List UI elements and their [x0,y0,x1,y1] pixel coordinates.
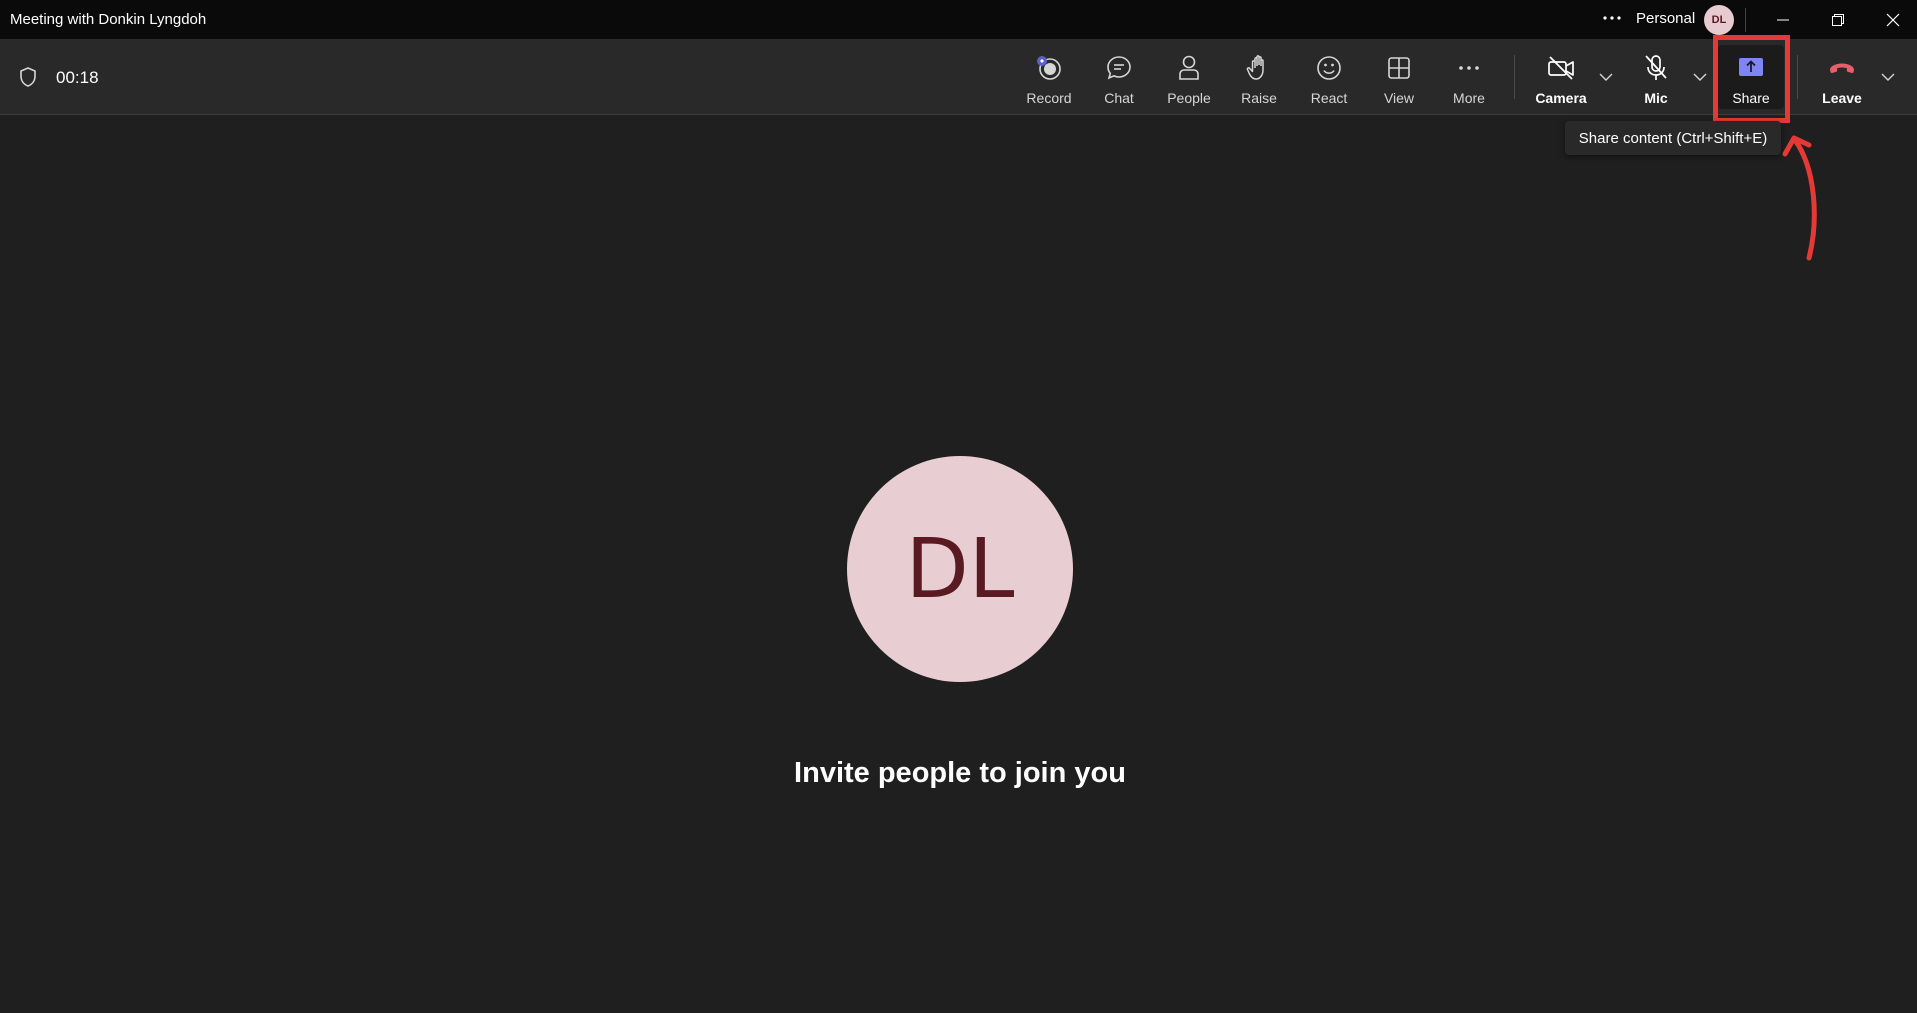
camera-label: Camera [1535,90,1587,106]
view-button[interactable]: View [1368,47,1430,107]
emoji-icon [1314,53,1344,83]
person-icon [1174,53,1204,83]
raise-label: Raise [1241,90,1277,106]
more-horizontal-icon[interactable] [1600,6,1624,30]
share-label: Share [1732,90,1770,106]
react-label: React [1310,90,1348,106]
chat-button[interactable]: Chat [1088,47,1150,107]
mic-label: Mic [1644,90,1668,106]
people-button[interactable]: People [1158,47,1220,107]
meeting-stage: DL Invite people to join you [0,116,1917,1013]
meeting-timer: 00:18 [56,68,99,87]
grid-view-icon [1384,53,1414,83]
mic-off-icon [1641,53,1671,83]
more-label: More [1453,90,1485,106]
react-button[interactable]: React [1298,47,1360,107]
camera-off-icon [1546,53,1576,83]
shield-icon[interactable] [17,66,39,88]
close-icon[interactable] [1873,4,1913,36]
window-title: Meeting with Donkin Lyngdoh [10,11,207,28]
restore-icon[interactable] [1818,4,1858,36]
people-label: People [1167,90,1211,106]
chevron-down-icon[interactable] [1878,67,1898,87]
toolbar-divider [1514,55,1515,99]
hand-icon [1244,53,1274,83]
toolbar-divider [1797,55,1798,99]
invite-prompt[interactable]: Invite people to join you [0,757,1917,790]
minimize-icon[interactable] [1763,4,1803,36]
chat-label: Chat [1104,90,1134,106]
participant-avatar: DL [847,456,1073,682]
account-avatar[interactable]: DL [1704,5,1734,35]
chevron-down-icon[interactable] [1596,67,1616,87]
more-horizontal-icon [1454,53,1484,83]
hang-up-icon [1827,53,1857,83]
record-button[interactable]: Record [1018,47,1080,107]
more-button[interactable]: More [1438,47,1500,107]
share-button[interactable]: Share [1720,47,1782,107]
chat-icon [1104,53,1134,83]
view-label: View [1383,90,1415,106]
leave-label: Leave [1822,90,1862,106]
titlebar-divider [1745,8,1746,32]
meeting-toolbar: 00:18 Record Chat People Raise React Vie… [0,39,1917,115]
leave-button[interactable]: Leave [1811,47,1873,107]
title-bar: Meeting with Donkin Lyngdoh Personal DL [0,0,1917,39]
record-icon [1034,53,1064,83]
account-label[interactable]: Personal [1636,10,1695,27]
raise-hand-button[interactable]: Raise [1228,47,1290,107]
mic-button[interactable]: Mic [1625,47,1687,107]
share-screen-icon [1736,53,1766,83]
record-label: Record [1026,90,1072,106]
chevron-down-icon[interactable] [1690,67,1710,87]
camera-button[interactable]: Camera [1530,47,1592,107]
